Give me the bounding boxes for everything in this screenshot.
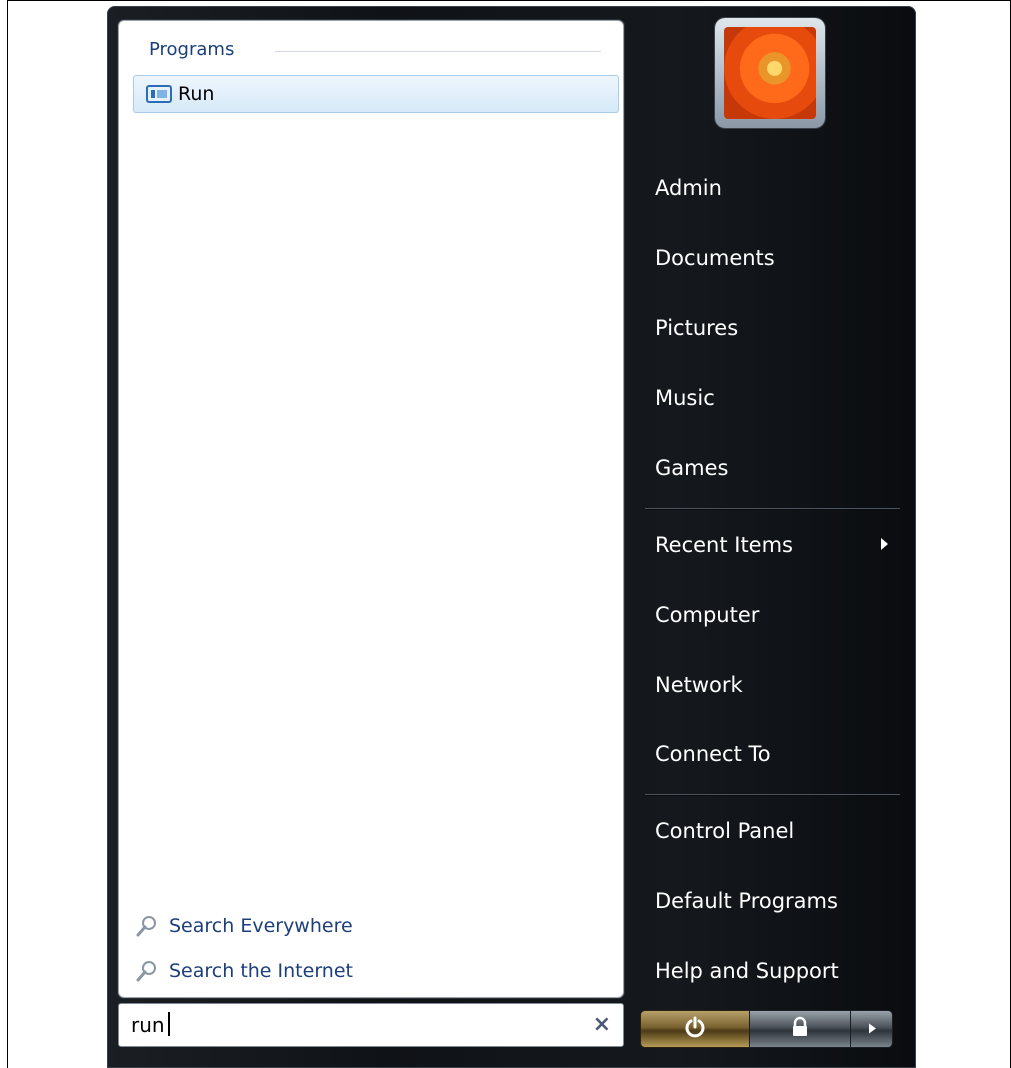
- search-input-value: run: [131, 1013, 165, 1037]
- menu-item-computer[interactable]: Computer: [655, 603, 759, 627]
- program-result-run[interactable]: Run: [133, 75, 619, 113]
- power-icon: [684, 1016, 706, 1042]
- shutdown-options-button[interactable]: [850, 1010, 893, 1048]
- programs-header: Programs: [149, 39, 235, 60]
- run-icon: [146, 85, 172, 103]
- menu-item-network[interactable]: Network: [655, 673, 743, 697]
- programs-divider: [275, 51, 601, 52]
- menu-item-documents[interactable]: Documents: [655, 246, 775, 270]
- search-everywhere-label: Search Everywhere: [169, 915, 353, 937]
- menu-separator: [645, 794, 900, 795]
- menu-item-control-panel[interactable]: Control Panel: [655, 819, 794, 843]
- menu-item-recent-items[interactable]: Recent Items: [655, 533, 793, 557]
- menu-item-games[interactable]: Games: [655, 456, 728, 480]
- search-results-pane: Programs Run Search Everywhere Search th…: [118, 20, 624, 998]
- lock-icon: [789, 1016, 811, 1042]
- arrow-right-icon: [867, 1020, 877, 1039]
- submenu-arrow-icon: [881, 538, 888, 550]
- user-avatar[interactable]: [715, 18, 825, 128]
- menu-item-pictures[interactable]: Pictures: [655, 316, 738, 340]
- screenshot-border-top: [7, 0, 1011, 1]
- lock-button[interactable]: [749, 1010, 851, 1048]
- search-everywhere-link[interactable]: Search Everywhere: [135, 914, 353, 938]
- search-icon: [135, 959, 159, 983]
- power-button[interactable]: [640, 1010, 750, 1048]
- start-menu: Programs Run Search Everywhere Search th…: [107, 6, 916, 1068]
- menu-item-help-and-support[interactable]: Help and Support: [655, 959, 839, 983]
- text-caret: [168, 1012, 170, 1036]
- menu-item-admin[interactable]: Admin: [655, 176, 722, 200]
- search-icon: [135, 914, 159, 938]
- menu-item-default-programs[interactable]: Default Programs: [655, 889, 838, 913]
- menu-item-music[interactable]: Music: [655, 386, 715, 410]
- run-label: Run: [178, 83, 215, 105]
- menu-item-connect-to[interactable]: Connect To: [655, 742, 771, 766]
- menu-separator: [645, 508, 900, 509]
- screenshot-border-left: [7, 0, 8, 1068]
- search-internet-label: Search the Internet: [169, 960, 353, 982]
- clear-search-button[interactable]: ×: [593, 1012, 611, 1037]
- search-internet-link[interactable]: Search the Internet: [135, 959, 353, 983]
- flower-avatar-icon: [724, 27, 816, 119]
- search-input[interactable]: run ×: [118, 1003, 624, 1047]
